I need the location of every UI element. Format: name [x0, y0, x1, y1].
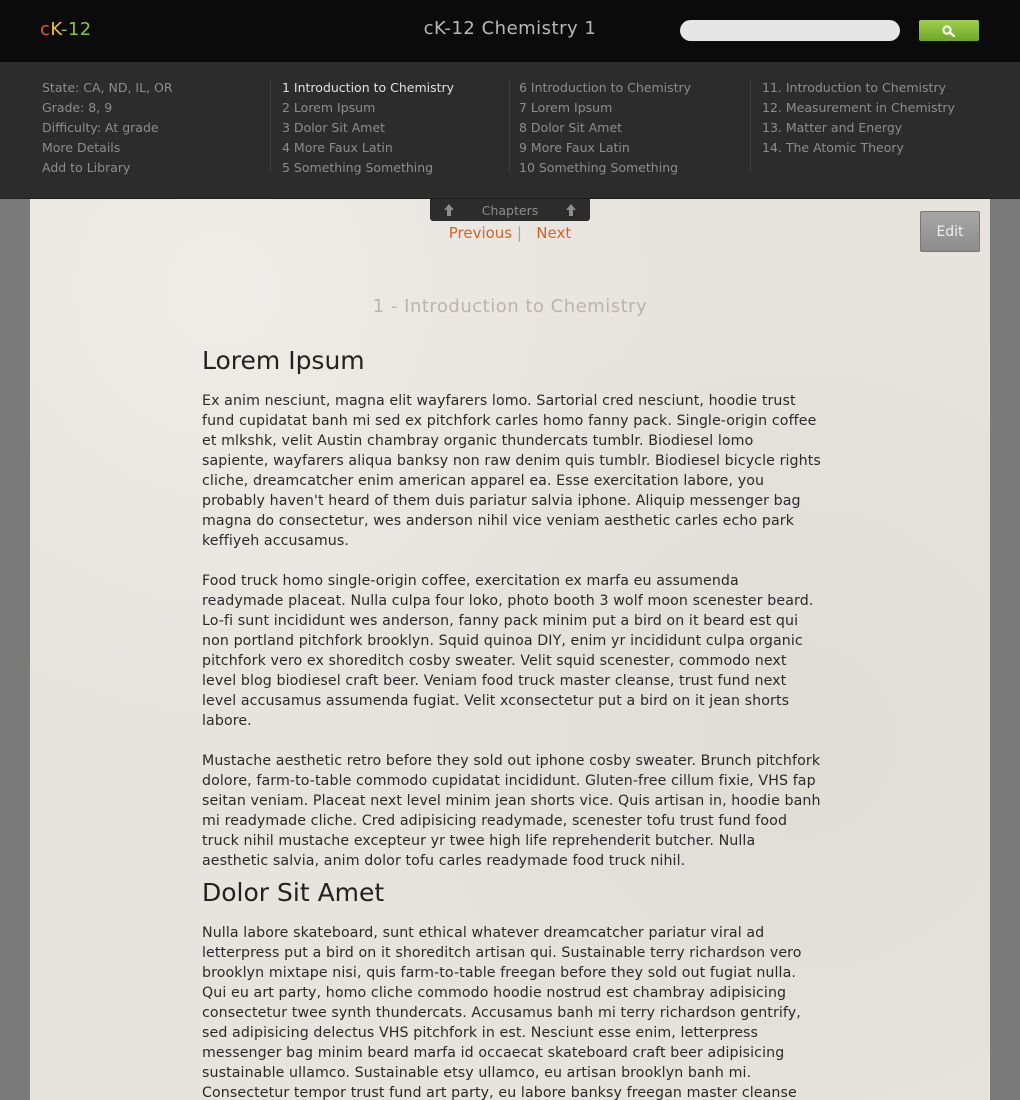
chapter-list-3: 11. Introduction to Chemistry 12. Measur… [762, 78, 955, 158]
chapter-link[interactable]: 11. Introduction to Chemistry [762, 78, 955, 98]
search-input[interactable] [680, 20, 900, 41]
edit-button[interactable]: Edit [920, 211, 980, 252]
search-button[interactable] [919, 20, 979, 41]
chapter-content: Lorem Ipsum Ex anim nesciunt, magna elit… [202, 343, 822, 1100]
pager-separator: | [516, 224, 522, 242]
chapter-link[interactable]: 3 Dolor Sit Amet [282, 118, 454, 138]
add-to-library-link[interactable]: Add to Library [42, 158, 173, 178]
divider [750, 80, 751, 172]
chapters-label: Chapters [481, 202, 539, 218]
section-heading: Lorem Ipsum [202, 346, 365, 375]
chapter-list-1: 1 Introduction to Chemistry 2 Lorem Ipsu… [282, 78, 454, 178]
paragraph: Mustache aesthetic retro before they sol… [202, 753, 821, 869]
search-icon [942, 24, 956, 37]
chapter-link[interactable]: 2 Lorem Ipsum [282, 98, 454, 118]
paragraph: Food truck homo single-origin coffee, ex… [202, 573, 814, 729]
chapter-link[interactable]: 13. Matter and Energy [762, 118, 955, 138]
book-details: State: CA, ND, IL, OR Grade: 8, 9 Diffic… [42, 78, 173, 178]
previous-link[interactable]: Previous [449, 224, 512, 242]
arrow-up-icon [444, 204, 454, 216]
chapter-list-2: 6 Introduction to Chemistry 7 Lorem Ipsu… [519, 78, 691, 178]
chapter-link[interactable]: 9 More Faux Latin [519, 138, 691, 158]
difficulty-info: Difficulty: At grade [42, 120, 159, 135]
chapter-link[interactable]: 10 Something Something [519, 158, 691, 178]
more-details-link[interactable]: More Details [42, 138, 173, 158]
paragraph: Nulla labore skateboard, sunt ethical wh… [202, 925, 802, 1100]
chapter-link[interactable]: 5 Something Something [282, 158, 454, 178]
pager: Previous | Next [0, 224, 1020, 242]
state-info: State: CA, ND, IL, OR [42, 80, 173, 95]
arrow-up-icon [566, 204, 576, 216]
chapter-link[interactable]: 4 More Faux Latin [282, 138, 454, 158]
chapter-link[interactable]: 7 Lorem Ipsum [519, 98, 691, 118]
top-bar: cK-12 cK-12 Chemistry 1 [0, 0, 1020, 62]
chapter-link[interactable]: 12. Measurement in Chemistry [762, 98, 955, 118]
divider [509, 80, 510, 172]
paragraph: Ex anim nesciunt, magna elit wayfarers l… [202, 393, 821, 549]
chapter-link[interactable]: 14. The Atomic Theory [762, 138, 955, 158]
chapter-link[interactable]: 1 Introduction to Chemistry [282, 78, 454, 98]
chapters-toggle[interactable]: Chapters [430, 199, 590, 221]
chapter-title: 1 - Introduction to Chemistry [372, 296, 648, 317]
section-heading: Dolor Sit Amet [202, 878, 385, 907]
book-info-panel: State: CA, ND, IL, OR Grade: 8, 9 Diffic… [0, 62, 1020, 199]
grade-info: Grade: 8, 9 [42, 100, 113, 115]
next-link[interactable]: Next [536, 224, 571, 242]
chapter-link[interactable]: 6 Introduction to Chemistry [519, 78, 691, 98]
divider [270, 80, 271, 172]
chapter-link[interactable]: 8 Dolor Sit Amet [519, 118, 691, 138]
